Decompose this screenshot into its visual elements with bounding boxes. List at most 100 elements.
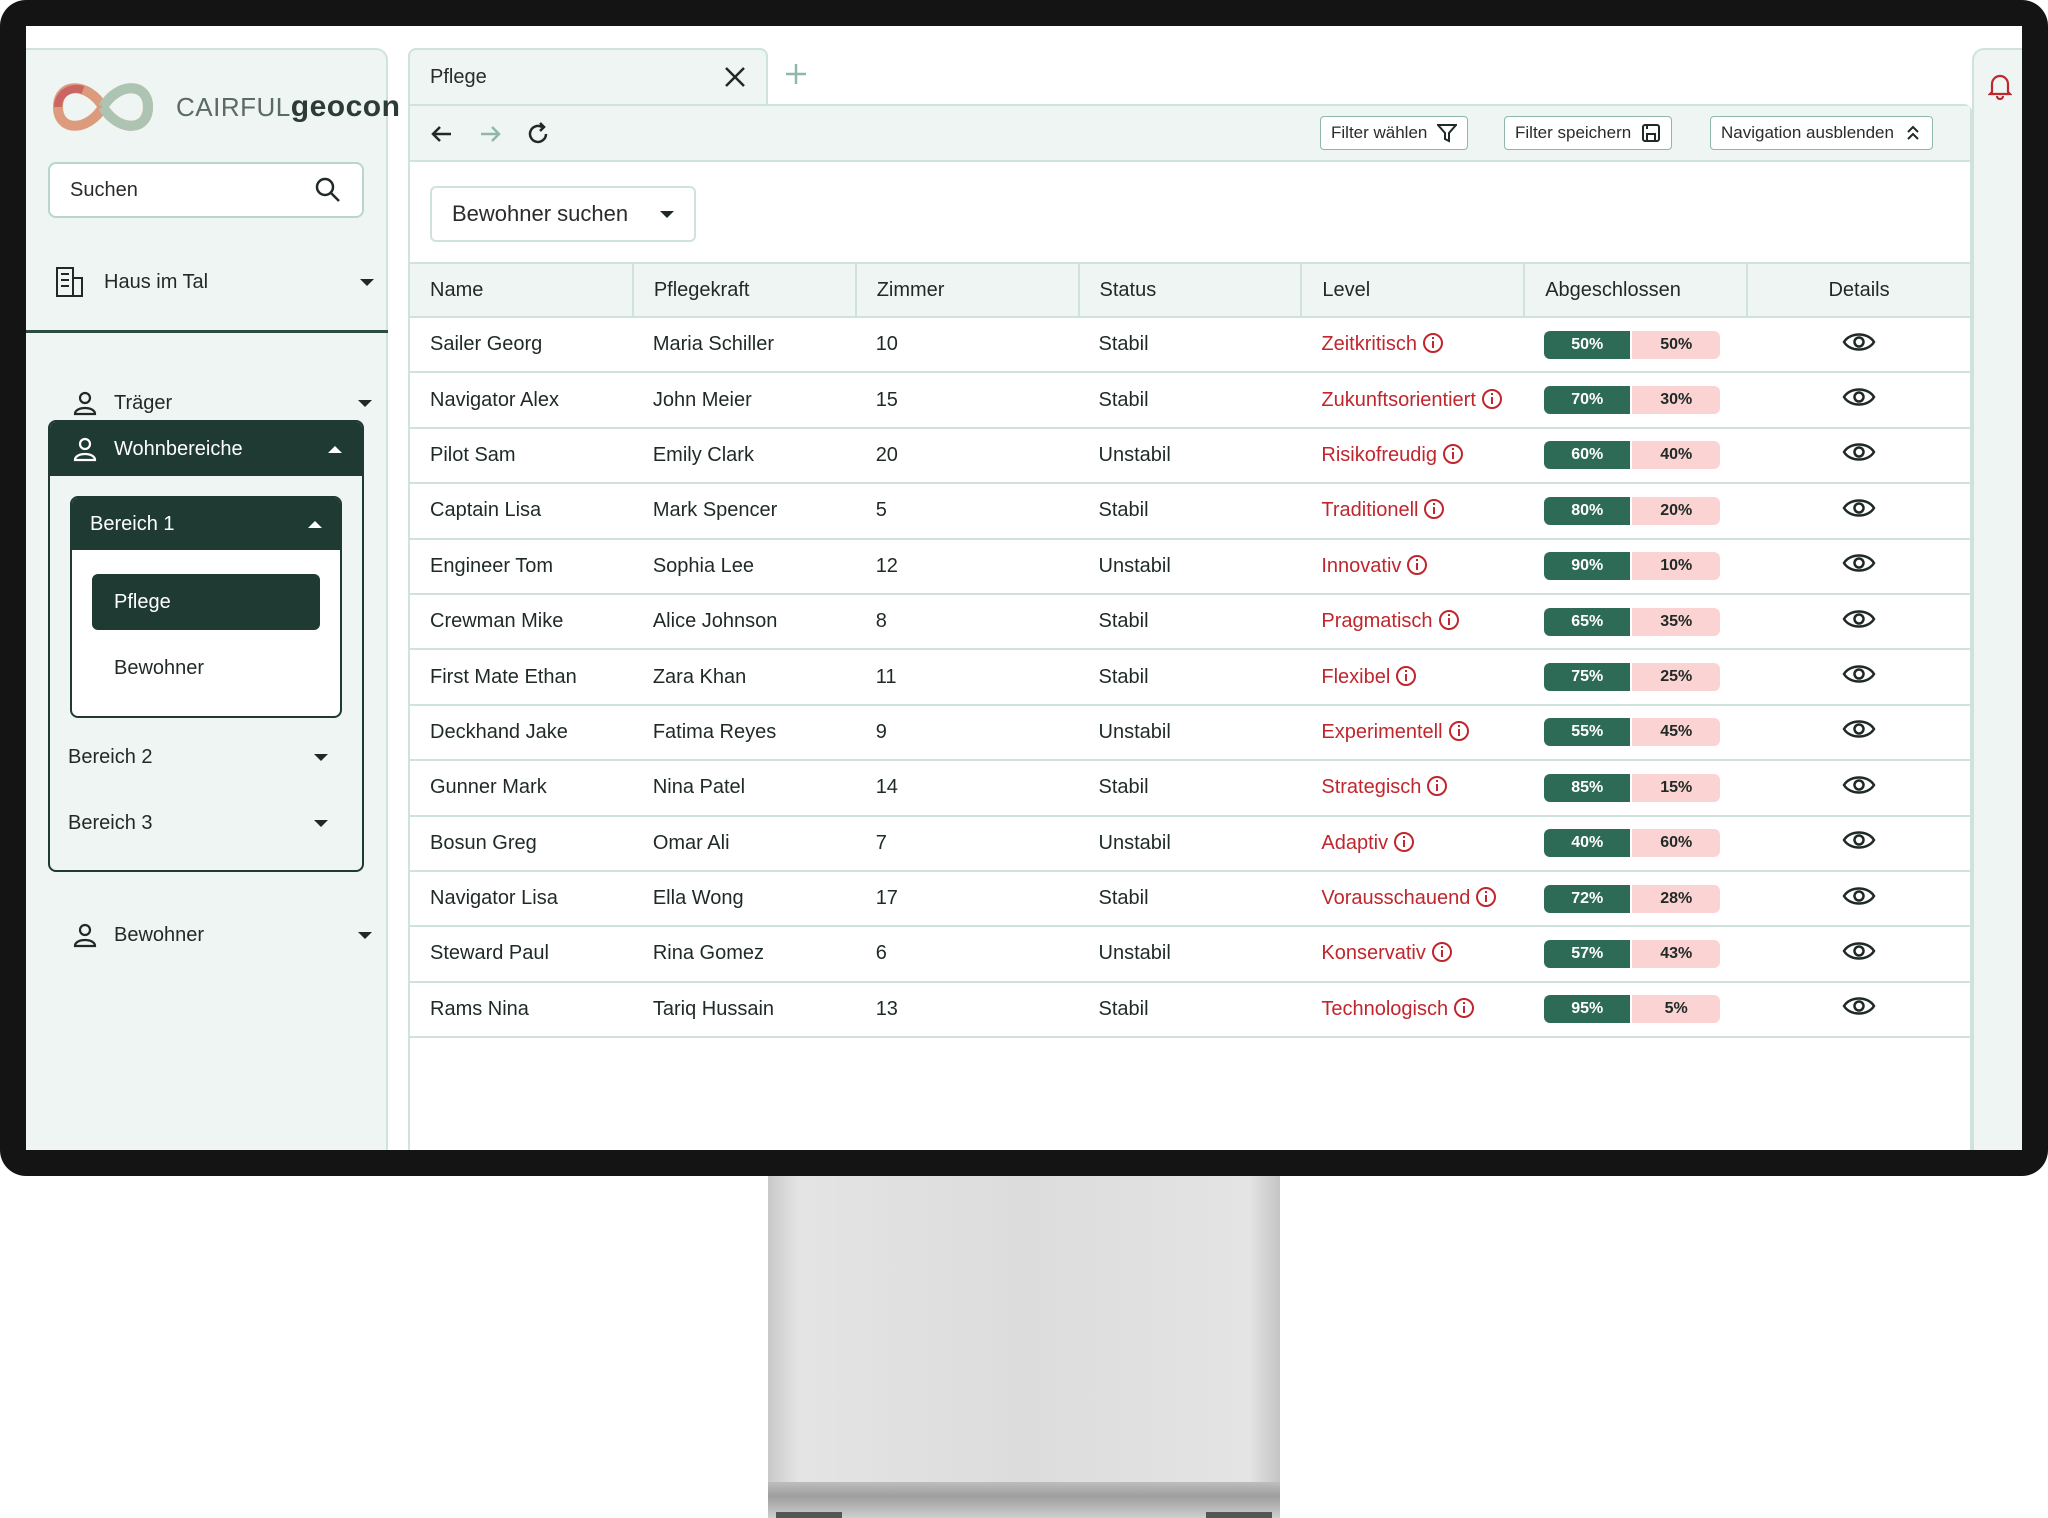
info-icon[interactable] (1424, 499, 1445, 520)
eye-icon[interactable] (1842, 551, 1876, 575)
info-icon[interactable] (1476, 887, 1497, 908)
info-icon[interactable] (1394, 831, 1415, 852)
cell-status: Unstabil (1078, 538, 1302, 595)
eye-icon[interactable] (1842, 884, 1876, 908)
sidebar-search-input[interactable]: Suchen (48, 162, 364, 218)
chevron-down-icon[interactable] (314, 753, 328, 761)
eye-icon[interactable] (1842, 330, 1876, 354)
table-row[interactable]: Sailer Georg Maria Schiller 10 Stabil Zeitkr… (410, 317, 1970, 374)
cell-level: Risikofreudig (1301, 427, 1525, 485)
chevron-up-icon[interactable] (308, 520, 322, 528)
table-row[interactable]: Deckhand Jake Fatima Reyes 9 Unstabil Experi… (410, 704, 1970, 762)
eye-icon[interactable] (1842, 994, 1876, 1018)
level-label: Innovativ (1321, 554, 1402, 577)
info-icon[interactable] (1448, 720, 1469, 741)
tab-label: Pflege (430, 65, 487, 88)
forward-button[interactable] (474, 118, 506, 150)
tab-pflege[interactable]: Pflege (408, 48, 768, 104)
eye-icon[interactable] (1842, 939, 1876, 963)
sidebar-item-bereich1[interactable]: Bereich 1 (72, 498, 340, 550)
cell-details (1747, 372, 1970, 429)
bell-icon[interactable] (1988, 72, 2012, 100)
info-icon[interactable] (1442, 443, 1463, 464)
eye-icon[interactable] (1842, 440, 1876, 464)
column-header-pflegekraft[interactable]: Pflegekraft (632, 262, 857, 318)
chevron-up-icon[interactable] (328, 445, 342, 453)
progress-open: 50% (1632, 330, 1721, 359)
sidebar-item-wohnbereiche[interactable]: Wohnbereiche (50, 422, 362, 476)
filter-speichern-button[interactable]: Filter speichern (1504, 116, 1673, 150)
cell-status: Stabil (1078, 593, 1302, 651)
refresh-icon (528, 122, 548, 144)
sidebar-item-label: Träger (114, 391, 173, 414)
table-row[interactable]: Gunner Mark Nina Patel 14 Stabil Strategisch… (410, 760, 1970, 817)
info-icon[interactable] (1407, 554, 1428, 575)
table-row[interactable]: Engineer Tom Sophia Lee 12 Unstabil Innovati… (410, 538, 1970, 595)
info-icon[interactable] (1454, 997, 1475, 1018)
building-icon (56, 267, 83, 297)
progress-open: 30% (1632, 386, 1721, 415)
column-header-details[interactable]: Details (1747, 262, 1970, 318)
sidebar-item-bewohner[interactable]: Bewohner (72, 908, 372, 962)
column-header-zimmer[interactable]: Zimmer (855, 262, 1080, 318)
navigation-ausblenden-button[interactable]: Navigation ausblenden (1710, 116, 1933, 150)
cell-level: Strategisch (1301, 760, 1525, 817)
column-header-level[interactable]: Level (1301, 262, 1526, 318)
reload-button[interactable] (522, 118, 554, 150)
screen: CAIRFULgeocon Suchen Haus im Tal Träger (26, 26, 2022, 1150)
info-icon[interactable] (1431, 942, 1452, 963)
progress-bar: 80% 20% (1544, 496, 1721, 525)
cell-level: Experimentell (1301, 704, 1525, 762)
search-icon[interactable] (314, 176, 342, 204)
info-icon[interactable] (1481, 388, 1502, 409)
eye-icon[interactable] (1842, 828, 1876, 852)
eye-icon[interactable] (1842, 496, 1876, 520)
chevron-down-icon[interactable] (314, 819, 328, 827)
eye-icon[interactable] (1842, 662, 1876, 686)
back-button[interactable] (426, 118, 458, 150)
column-header-abgeschlossen[interactable]: Abgeschlossen (1524, 262, 1749, 318)
sidebar-item-bereich3[interactable]: Bereich 3 (68, 796, 328, 850)
table-row[interactable]: Pilot Sam Emily Clark 20 Unstabil Risikofreu… (410, 427, 1970, 485)
cell-abgeschlossen: 72% 28% (1524, 870, 1748, 928)
table-row[interactable]: Captain Lisa Mark Spencer 5 Stabil Tradition… (410, 483, 1970, 540)
info-icon[interactable] (1438, 610, 1459, 631)
level-label: Flexibel (1321, 665, 1391, 688)
progress-bar: 85% 15% (1544, 773, 1721, 802)
table-row[interactable]: Navigator Alex John Meier 15 Stabil Zukunfts… (410, 372, 1970, 429)
table-row[interactable]: Bosun Greg Omar Ali 7 Unstabil Adaptiv 40% 60% (410, 815, 1970, 872)
table-row[interactable]: Rams Nina Tariq Hussain 13 Stabil Technologi… (410, 981, 1970, 1039)
column-header-status[interactable]: Status (1078, 262, 1303, 318)
sidebar-item-pflege[interactable]: Pflege (92, 574, 320, 630)
eye-icon[interactable] (1842, 385, 1876, 409)
add-tab-button[interactable] (778, 56, 814, 92)
cell-status: Unstabil (1078, 926, 1302, 983)
sidebar-item-bereich2[interactable]: Bereich 2 (68, 730, 328, 784)
filter-waehlen-button[interactable]: Filter wählen (1320, 116, 1469, 150)
cell-name: Bosun Greg (410, 815, 633, 872)
save-icon (1642, 124, 1661, 142)
table-row[interactable]: Navigator Lisa Ella Wong 17 Stabil Voraussch… (410, 870, 1970, 928)
info-icon[interactable] (1427, 776, 1448, 797)
table-row[interactable]: Crewman Mike Alice Johnson 8 Stabil Pragmati… (410, 593, 1970, 651)
eye-icon[interactable] (1842, 717, 1876, 741)
house-select[interactable]: Haus im Tal (54, 260, 374, 304)
table-row[interactable]: Steward Paul Rina Gomez 6 Unstabil Konservat… (410, 926, 1970, 983)
progress-open: 35% (1632, 607, 1721, 636)
info-icon[interactable] (1422, 333, 1443, 354)
column-header-name[interactable]: Name (410, 262, 634, 318)
search-placeholder: Suchen (70, 178, 138, 201)
chevron-down-icon[interactable] (360, 278, 374, 286)
progress-open: 45% (1632, 718, 1721, 747)
table-row[interactable]: First Mate Ethan Zara Khan 11 Stabil Flexibe… (410, 649, 1970, 706)
sidebar-item-bewohner-sub[interactable]: Bewohner (92, 640, 320, 696)
cell-level: Flexibel (1301, 649, 1525, 706)
eye-icon[interactable] (1842, 607, 1876, 631)
chevron-down-icon[interactable] (358, 399, 372, 407)
info-icon[interactable] (1396, 665, 1417, 686)
chevron-down-icon[interactable] (358, 931, 372, 939)
close-icon[interactable] (724, 66, 746, 88)
eye-icon[interactable] (1842, 773, 1876, 797)
resident-search-dropdown[interactable]: Bewohner suchen (430, 186, 696, 242)
level-label: Adaptiv (1321, 831, 1389, 854)
